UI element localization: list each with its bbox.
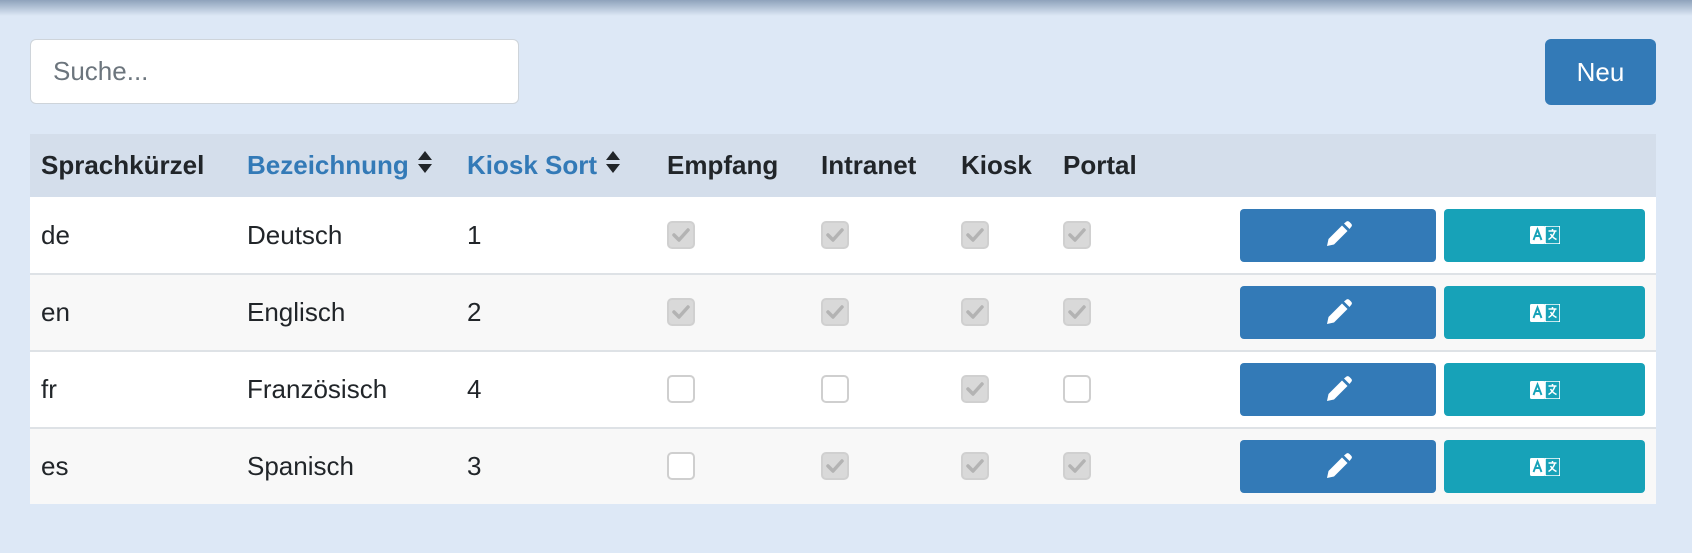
table-header-row: Sprachkürzel Bezeichnung Kiosk Sort Empfang… (30, 134, 1656, 197)
cell-intranet (810, 428, 950, 504)
cell-kiosk (950, 428, 1052, 504)
cell-empfang (656, 428, 810, 504)
cell-text: 1 (467, 219, 482, 250)
column-header-code: Sprachkürzel (30, 134, 236, 197)
column-header-label: Kiosk (961, 150, 1032, 180)
column-header-actions (1164, 134, 1656, 197)
cell-text: en (41, 297, 70, 327)
cell-text: 4 (467, 374, 482, 404)
cell-intranet (810, 197, 950, 274)
column-header-label: Intranet (821, 150, 917, 180)
cell-kiosk (950, 274, 1052, 351)
translate-button[interactable] (1444, 363, 1645, 416)
translate-button[interactable] (1444, 286, 1645, 339)
checkbox-portal-checked (1063, 452, 1091, 481)
cell-actions (1164, 428, 1656, 504)
cell-portal (1052, 197, 1164, 274)
languages-table: Sprachkürzel Bezeichnung Kiosk Sort Empfang… (30, 134, 1656, 504)
cell-name: Französisch (236, 351, 456, 428)
checkbox-portal-unchecked (1063, 375, 1091, 404)
cell-code: es (30, 428, 236, 504)
sort-icon[interactable] (605, 150, 621, 181)
checkbox-intranet-unchecked (821, 375, 849, 404)
column-header-name[interactable]: Bezeichnung (236, 134, 456, 197)
cell-kiosk-sort: 4 (456, 351, 656, 428)
column-header-kiosk: Kiosk (950, 134, 1052, 197)
cell-kiosk (950, 351, 1052, 428)
cell-kiosk-sort: 1 (456, 197, 656, 274)
cell-text: Spanisch (247, 451, 354, 481)
checkbox-intranet-checked (821, 452, 849, 481)
cell-name: Spanisch (236, 428, 456, 504)
cell-name: Deutsch (236, 197, 456, 274)
table-row: fr Französisch 4 (30, 351, 1656, 428)
column-header-empfang: Empfang (656, 134, 810, 197)
checkbox-portal-checked (1063, 298, 1091, 327)
column-header-label: Kiosk Sort (467, 150, 598, 180)
cell-kiosk-sort: 2 (456, 274, 656, 351)
cell-text: Deutsch (247, 219, 343, 250)
cell-kiosk (950, 197, 1052, 274)
checkbox-intranet-checked (821, 298, 849, 327)
cell-actions (1164, 351, 1656, 428)
cell-kiosk-sort: 3 (456, 428, 656, 504)
translate-button[interactable] (1444, 440, 1645, 493)
cell-text: fr (41, 374, 57, 404)
cell-code: fr (30, 351, 236, 428)
checkbox-kiosk-checked (961, 298, 989, 327)
checkbox-empfang-checked (667, 220, 695, 249)
checkbox-kiosk-checked (961, 375, 989, 404)
sort-icon[interactable] (417, 150, 433, 181)
cell-actions (1164, 197, 1656, 274)
cell-intranet (810, 274, 950, 351)
column-header-label: Empfang (667, 150, 779, 180)
cell-text: de (41, 219, 70, 250)
cell-empfang (656, 197, 810, 274)
cell-text: Englisch (247, 297, 346, 327)
column-header-intranet: Intranet (810, 134, 950, 197)
cell-portal (1052, 351, 1164, 428)
cell-code: en (30, 274, 236, 351)
checkbox-empfang-unchecked (667, 452, 695, 481)
column-header-label: Portal (1063, 150, 1137, 180)
table-row: en Englisch 2 (30, 274, 1656, 351)
column-header-kiosk-sort[interactable]: Kiosk Sort (456, 134, 656, 197)
cell-text: 2 (467, 297, 482, 327)
search-input[interactable] (30, 39, 519, 104)
edit-button[interactable] (1240, 440, 1436, 493)
table-row: es Spanisch 3 (30, 428, 1656, 504)
edit-button[interactable] (1240, 286, 1436, 339)
cell-empfang (656, 274, 810, 351)
column-header-label: Bezeichnung (247, 150, 409, 180)
new-button[interactable]: Neu (1545, 39, 1656, 105)
checkbox-kiosk-checked (961, 452, 989, 481)
top-shadow (0, 0, 1692, 16)
cell-actions (1164, 274, 1656, 351)
cell-text: es (41, 451, 69, 481)
column-header-portal: Portal (1052, 134, 1164, 197)
checkbox-empfang-checked (667, 298, 695, 327)
cell-intranet (810, 351, 950, 428)
checkbox-empfang-unchecked (667, 375, 695, 404)
checkbox-intranet-checked (821, 220, 849, 249)
checkbox-portal-checked (1063, 220, 1091, 249)
translate-button[interactable] (1444, 208, 1645, 262)
cell-portal (1052, 428, 1164, 504)
cell-empfang (656, 351, 810, 428)
cell-code: de (30, 197, 236, 274)
table-row: de Deutsch 1 (30, 197, 1656, 274)
checkbox-kiosk-checked (961, 220, 989, 249)
column-header-label: Sprachkürzel (41, 150, 205, 180)
cell-portal (1052, 274, 1164, 351)
cell-name: Englisch (236, 274, 456, 351)
table-body: de Deutsch 1 en Englisch 2 fr Französisch 4 es Spa… (30, 197, 1656, 504)
cell-text: Französisch (247, 374, 388, 404)
edit-button[interactable] (1240, 363, 1436, 416)
cell-text: 3 (467, 451, 482, 481)
edit-button[interactable] (1240, 208, 1436, 262)
